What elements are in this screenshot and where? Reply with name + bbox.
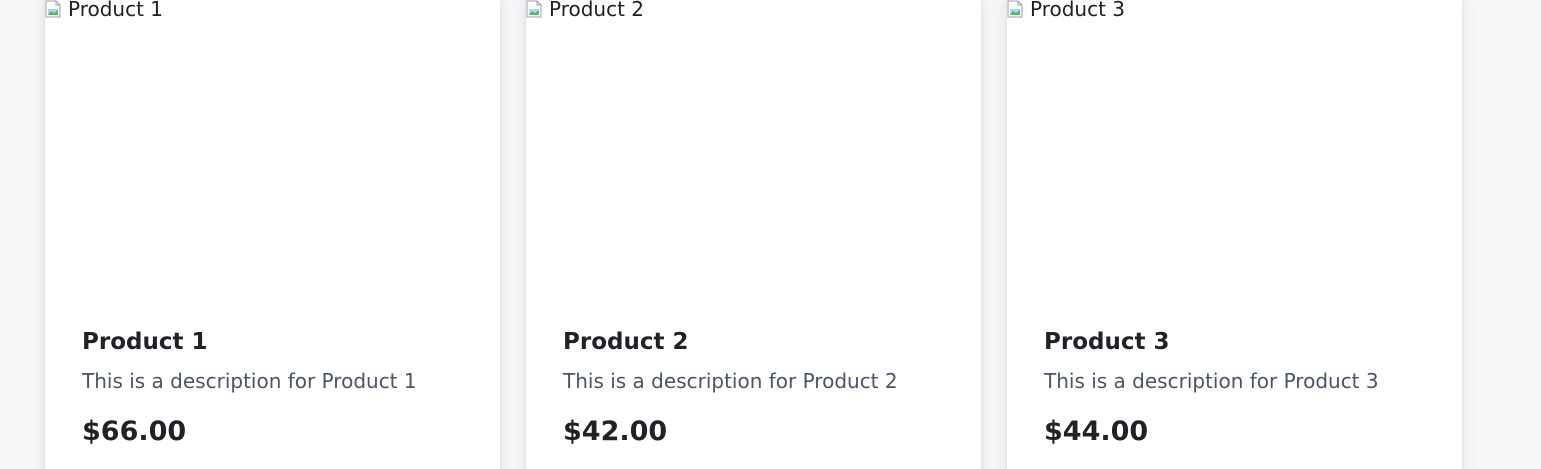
product-info: Product 1 This is a description for Prod… bbox=[82, 328, 480, 448]
image-alt-text: Product 2 bbox=[549, 0, 645, 21]
product-price: $42.00 bbox=[563, 416, 668, 447]
product-image[interactable]: Product 1 bbox=[45, 0, 500, 290]
product-card[interactable]: Product 2 Product 2 This is a descriptio… bbox=[526, 0, 981, 469]
broken-image-icon bbox=[1007, 0, 1023, 18]
product-card[interactable]: Product 3 Product 3 This is a descriptio… bbox=[1007, 0, 1462, 469]
broken-image: Product 1 bbox=[45, 0, 163, 19]
product-title[interactable]: Product 2 bbox=[563, 328, 961, 356]
product-description: This is a description for Product 1 bbox=[82, 369, 417, 393]
product-price: $44.00 bbox=[1044, 416, 1149, 447]
product-description: This is a description for Product 3 bbox=[1044, 369, 1379, 393]
product-image[interactable]: Product 3 bbox=[1007, 0, 1462, 290]
image-alt-text: Product 3 bbox=[1030, 0, 1126, 21]
product-info: Product 2 This is a description for Prod… bbox=[563, 328, 961, 448]
image-alt-text: Product 1 bbox=[68, 0, 164, 21]
product-description: This is a description for Product 2 bbox=[563, 369, 898, 393]
broken-image-icon bbox=[45, 0, 61, 18]
product-price: $66.00 bbox=[82, 416, 187, 447]
product-grid: Product 1 Product 1 This is a descriptio… bbox=[0, 0, 1541, 469]
product-info: Product 3 This is a description for Prod… bbox=[1044, 328, 1442, 448]
broken-image-icon bbox=[526, 0, 542, 18]
product-image[interactable]: Product 2 bbox=[526, 0, 981, 290]
product-card[interactable]: Product 1 Product 1 This is a descriptio… bbox=[45, 0, 500, 469]
product-title[interactable]: Product 3 bbox=[1044, 328, 1442, 356]
broken-image: Product 3 bbox=[1007, 0, 1125, 19]
product-title[interactable]: Product 1 bbox=[82, 328, 480, 356]
broken-image: Product 2 bbox=[526, 0, 644, 19]
